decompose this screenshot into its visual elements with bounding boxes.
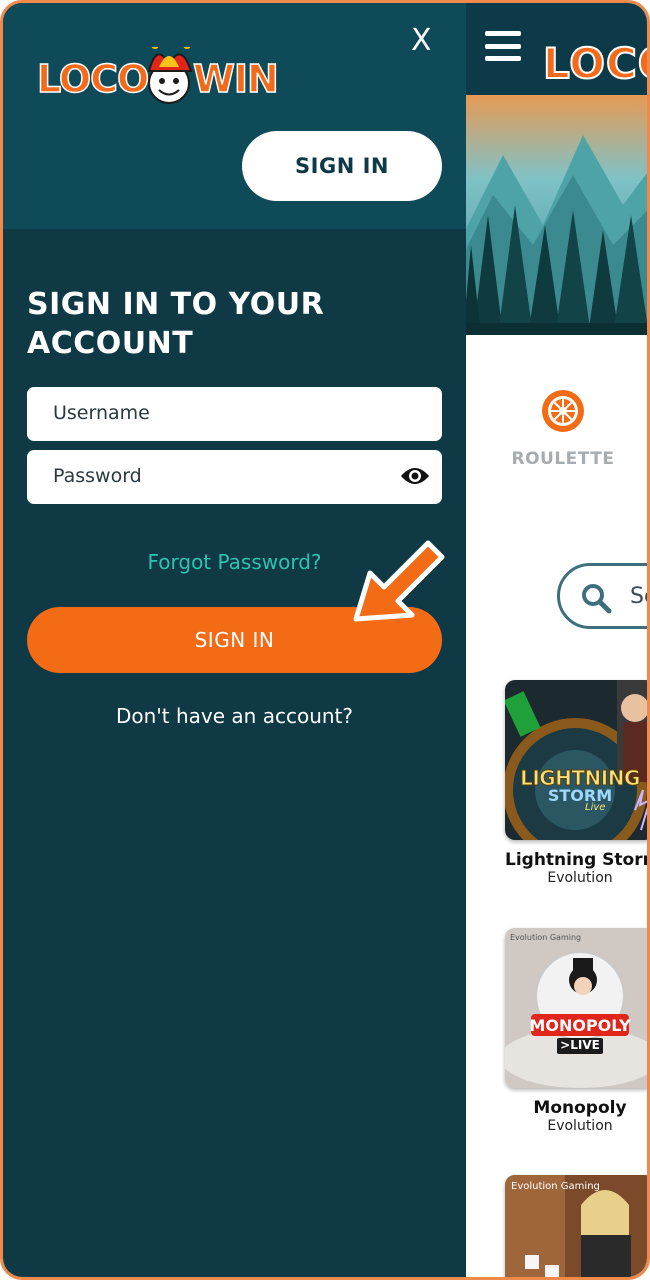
game-name: Monopoly (533, 1098, 627, 1118)
game-card-partial[interactable]: Evolution Gaming (505, 1175, 647, 1277)
game-thumbnail[interactable]: Evolution Gaming MONOPOLY >LIVE (505, 928, 647, 1088)
sign-in-drawer: LOCO WIN X SIGN IN SIGN IN TO YOUR ACCOU… (3, 3, 466, 1277)
mountain-forest-image (463, 95, 647, 335)
game-provider: Evolution (547, 1118, 613, 1134)
category-roulette[interactable]: ROULETTE (503, 389, 623, 469)
show-password-eye-icon[interactable] (400, 464, 430, 488)
thumb-tag: Live (585, 802, 606, 813)
game-name: Lightning Storm (505, 850, 650, 870)
game-card-lightning-storm[interactable]: LIGHTNING STORM Live Lightning Storm Evo… (505, 680, 650, 886)
form-title-line2: ACCOUNT (27, 326, 194, 361)
username-placeholder: Username (53, 402, 150, 424)
game-card-monopoly[interactable]: Evolution Gaming MONOPOLY >LIVE Monopoly… (505, 928, 647, 1134)
phone-frame: LOCO (0, 0, 650, 1280)
register-link[interactable]: Don't have an account? (3, 704, 466, 728)
password-placeholder: Password (53, 465, 142, 487)
locowin-logo[interactable]: LOCO WIN (36, 47, 280, 107)
pointer-arrow-icon (353, 540, 445, 622)
thumb-brand: Evolution Gaming (510, 933, 582, 942)
close-button[interactable]: X (411, 23, 432, 58)
thumb-brand: Evolution Gaming (511, 1181, 600, 1192)
category-label: ROULETTE (511, 449, 615, 469)
game-provider: Evolution (547, 870, 613, 886)
username-field[interactable]: Username (27, 387, 442, 441)
drawer-header: LOCO WIN X SIGN IN (3, 3, 466, 229)
thumb-subtitle: >LIVE (560, 1038, 600, 1052)
search-placeholder: Se (630, 584, 647, 609)
roulette-icon (542, 390, 584, 432)
logo-text-loco: LOCO (36, 56, 150, 102)
logo-text-win: WIN (192, 56, 279, 102)
game-thumbnail[interactable]: Evolution Gaming (505, 1175, 647, 1277)
form-title: SIGN IN TO YOUR ACCOUNT (27, 285, 387, 363)
password-field[interactable]: Password (27, 450, 442, 504)
header-sign-in-button[interactable]: SIGN IN (242, 131, 442, 201)
thumb-subtitle: STORM (547, 786, 613, 805)
game-search-input[interactable]: Se (557, 563, 647, 629)
search-icon (582, 584, 612, 614)
form-title-line1: SIGN IN TO YOUR (27, 287, 325, 322)
game-thumbnail[interactable]: LIGHTNING STORM Live (505, 680, 647, 840)
site-logo[interactable]: LOCO (542, 38, 647, 89)
site-header: LOCO (463, 3, 647, 95)
hero-banner (463, 95, 647, 335)
menu-icon[interactable] (485, 31, 521, 61)
thumb-title: MONOPOLY (529, 1016, 631, 1035)
background-page: LOCO (463, 3, 650, 1277)
